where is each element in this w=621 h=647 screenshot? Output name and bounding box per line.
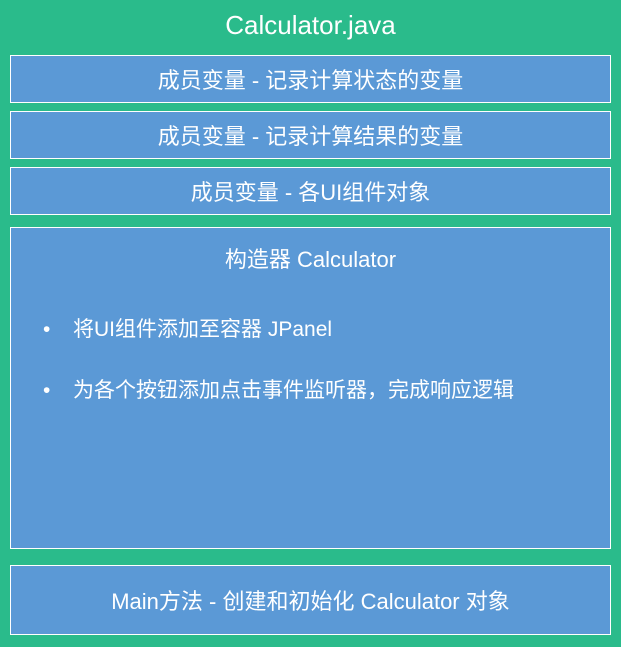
main-method-box: Main方法 - 创建和初始化 Calculator 对象 — [10, 565, 611, 635]
member-var-result: 成员变量 - 记录计算结果的变量 — [10, 111, 611, 159]
member-var-state: 成员变量 - 记录计算状态的变量 — [10, 55, 611, 103]
diagram-container: Calculator.java 成员变量 - 记录计算状态的变量 成员变量 - … — [0, 0, 621, 647]
constructor-title: 构造器 Calculator — [31, 242, 590, 274]
constructor-bullet-2: 为各个按钮添加点击事件监听器，完成响应逻辑 — [39, 375, 590, 408]
constructor-box: 构造器 Calculator 将UI组件添加至容器 JPanel 为各个按钮添加… — [10, 227, 611, 549]
file-title: Calculator.java — [0, 0, 621, 55]
constructor-bullet-list: 将UI组件添加至容器 JPanel 为各个按钮添加点击事件监听器，完成响应逻辑 — [31, 314, 590, 435]
member-var-ui-components: 成员变量 - 各UI组件对象 — [10, 167, 611, 215]
constructor-bullet-1: 将UI组件添加至容器 JPanel — [39, 314, 590, 347]
